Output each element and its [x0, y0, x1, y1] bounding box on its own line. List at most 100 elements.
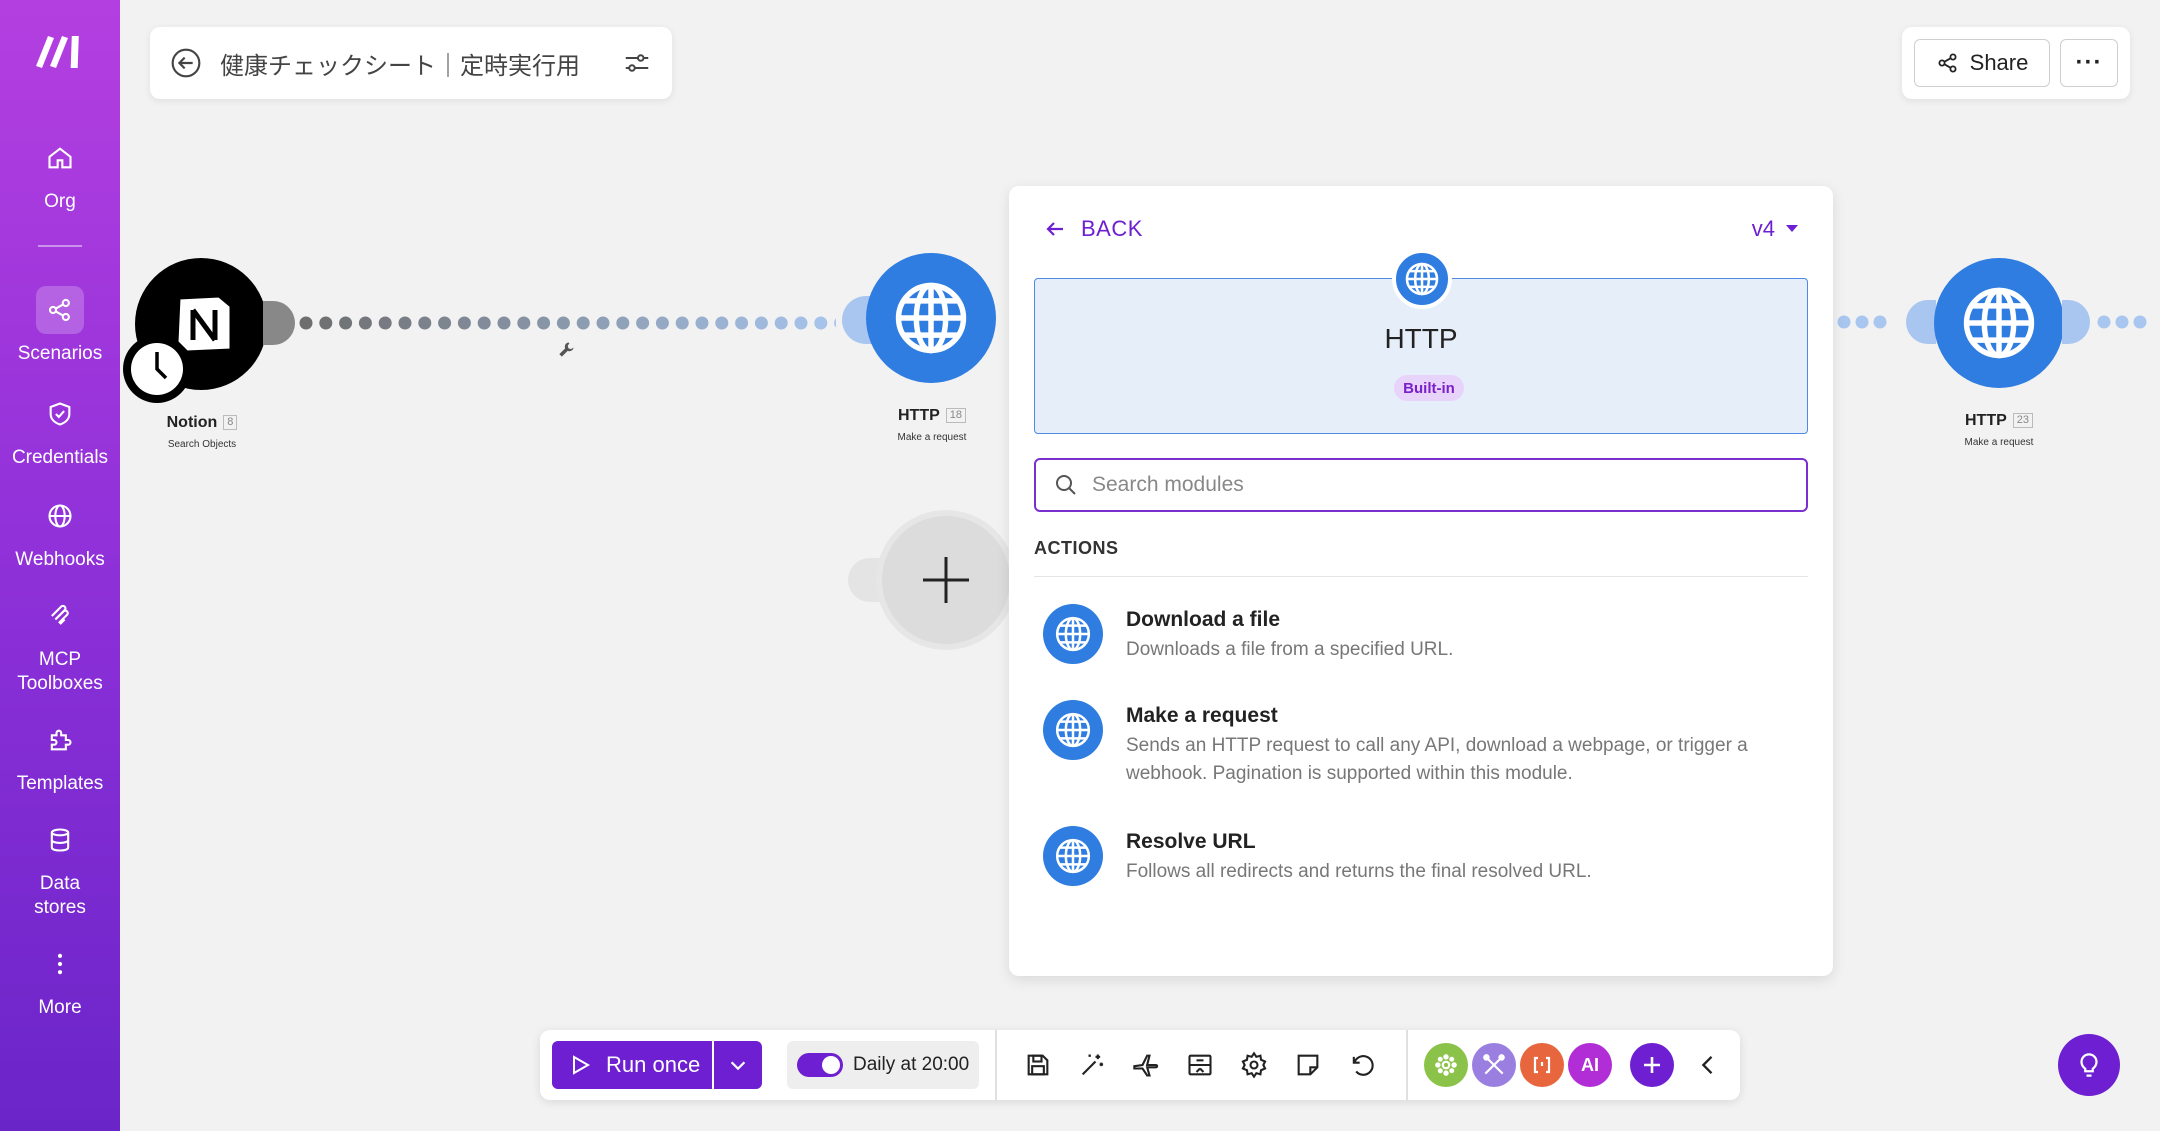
route-dot: [2097, 315, 2111, 329]
version-value: v4: [1751, 216, 1775, 241]
sidebar-item-scenarios[interactable]: Scenarios: [0, 286, 120, 366]
settings-button[interactable]: [1236, 1047, 1272, 1083]
search-modules-input[interactable]: [1092, 473, 1772, 497]
version-select[interactable]: v4: [1752, 216, 1799, 242]
more-vertical-icon: [36, 940, 84, 988]
back-arrow-icon[interactable]: [170, 47, 202, 79]
selected-app-card[interactable]: HTTP Built-in: [1034, 249, 1808, 434]
sliders-icon[interactable]: [622, 48, 652, 78]
ai-button[interactable]: AI: [1568, 1043, 1612, 1087]
globe-icon: [1043, 604, 1103, 664]
scenario-io-button[interactable]: [1182, 1047, 1218, 1083]
route-dot: [735, 316, 749, 330]
sidebar-item-label: Scenarios: [17, 343, 103, 364]
http1-module[interactable]: [866, 253, 996, 383]
search-modules-field[interactable]: [1034, 458, 1808, 512]
search-icon: [1056, 475, 1076, 495]
layout-icon: [1188, 1054, 1212, 1076]
undo-button[interactable]: [1344, 1047, 1380, 1083]
action-download-file[interactable]: Download a file Downloads a file from a …: [1043, 604, 1803, 674]
run-once-button[interactable]: Run once: [552, 1041, 712, 1089]
arrow-left-icon: [1046, 222, 1063, 236]
share-button[interactable]: Share: [1914, 39, 2050, 87]
route-dot: [556, 316, 570, 330]
wrench-icon[interactable]: [556, 340, 576, 360]
route-dot: [754, 316, 768, 330]
add-tool-button[interactable]: [1630, 1043, 1674, 1087]
route-line-2[interactable]: [1834, 310, 1894, 334]
sidebar-item-label: Webhooks: [15, 549, 105, 570]
notion-connector[interactable]: [263, 301, 295, 345]
route-dot: [774, 316, 788, 330]
share-nodes-icon: [36, 286, 84, 334]
more-options-label: ···: [2075, 49, 2103, 76]
sidebar-item-credentials[interactable]: Credentials: [0, 390, 120, 470]
magic-wand-icon: [1081, 1054, 1104, 1076]
auto-align-button[interactable]: [1074, 1047, 1110, 1083]
route-dot: [616, 316, 630, 330]
route-dot: [655, 316, 669, 330]
action-description: Downloads a file from a specified URL.: [1126, 639, 1454, 660]
http2-module-subtitle: Make a request: [1964, 437, 2034, 448]
back-button[interactable]: BACK: [1043, 216, 1143, 242]
http2-input-connector[interactable]: [1906, 300, 1936, 344]
flow-control-button[interactable]: [1472, 1043, 1516, 1087]
sidebar-item-label-line2: Toolboxes: [17, 673, 103, 694]
text-parser-button[interactable]: [1520, 1043, 1564, 1087]
sidebar-item-org[interactable]: Org: [0, 134, 120, 214]
action-resolve-url[interactable]: Resolve URL Follows all redirects and re…: [1043, 826, 1803, 896]
share-label: Share: [1969, 50, 2029, 75]
sidebar-item-more[interactable]: More: [0, 940, 120, 1020]
schedule-control[interactable]: Daily at 20:00: [787, 1041, 979, 1089]
route-dot: [636, 316, 650, 330]
http2-module[interactable]: [1934, 258, 2064, 388]
action-title: Resolve URL: [1126, 830, 1256, 853]
module-name: HTTP: [1964, 412, 2007, 429]
toolbar-divider: [1406, 1030, 1408, 1100]
tools-button[interactable]: [1424, 1043, 1468, 1087]
scenario-title[interactable]: 健康チェックシート｜定時実行用: [220, 46, 622, 81]
brackets-icon: [1533, 1056, 1551, 1074]
sidebar-item-label-line2: stores: [34, 897, 86, 918]
route-dot: [794, 316, 808, 330]
route-dot: [398, 316, 412, 330]
module-picker-panel: BACK v4 HTTP Built-in ACTIONS Download a…: [1009, 186, 1833, 976]
action-make-request[interactable]: Make a request Sends an HTTP request to …: [1043, 700, 1803, 790]
module-badge: 23: [2012, 413, 2034, 429]
action-description: Follows all redirects and returns the fi…: [1126, 861, 1592, 882]
explain-flow-button[interactable]: [1128, 1047, 1164, 1083]
sidebar-item-mcp-toolboxes[interactable]: MCP Toolboxes: [0, 592, 120, 696]
route-dot: [814, 316, 828, 330]
crossed-tools-icon: [1483, 1054, 1505, 1075]
route-dot: [497, 316, 511, 330]
home-icon: [36, 134, 84, 182]
chevron-down-icon: [730, 1061, 746, 1071]
http1-module-label: HTTP 18: [870, 407, 994, 425]
route-line-3[interactable]: [2094, 310, 2160, 334]
plus-icon: [923, 557, 969, 603]
add-module-button[interactable]: [876, 510, 1016, 650]
schedule-toggle[interactable]: [797, 1053, 843, 1077]
save-button[interactable]: [1020, 1047, 1056, 1083]
sidebar-item-webhooks[interactable]: Webhooks: [0, 492, 120, 572]
app-name: HTTP: [1384, 323, 1458, 354]
airplane-icon: [1133, 1054, 1159, 1077]
sidebar-item-data-stores[interactable]: Data stores: [0, 816, 120, 920]
collapse-toolbar-button[interactable]: [1690, 1047, 1726, 1083]
route-line[interactable]: [296, 310, 836, 340]
notes-button[interactable]: [1290, 1047, 1326, 1083]
route-dot: [1837, 315, 1851, 329]
route-dot: [675, 316, 689, 330]
undo-icon: [1352, 1055, 1374, 1076]
run-options-dropdown[interactable]: [714, 1041, 762, 1089]
schedule-clock-icon[interactable]: [123, 335, 191, 403]
http1-module-subtitle: Make a request: [897, 432, 967, 443]
tips-button[interactable]: [2058, 1034, 2120, 1096]
notion-module-subtitle: Search Objects: [167, 439, 237, 450]
http2-output-connector[interactable]: [2062, 300, 2090, 344]
built-in-badge: Built-in: [1394, 375, 1464, 401]
make-logo[interactable]: [32, 30, 88, 70]
more-options-button[interactable]: ···: [2060, 39, 2118, 87]
action-title: Download a file: [1126, 608, 1281, 631]
sidebar-item-templates[interactable]: Templates: [0, 716, 120, 796]
